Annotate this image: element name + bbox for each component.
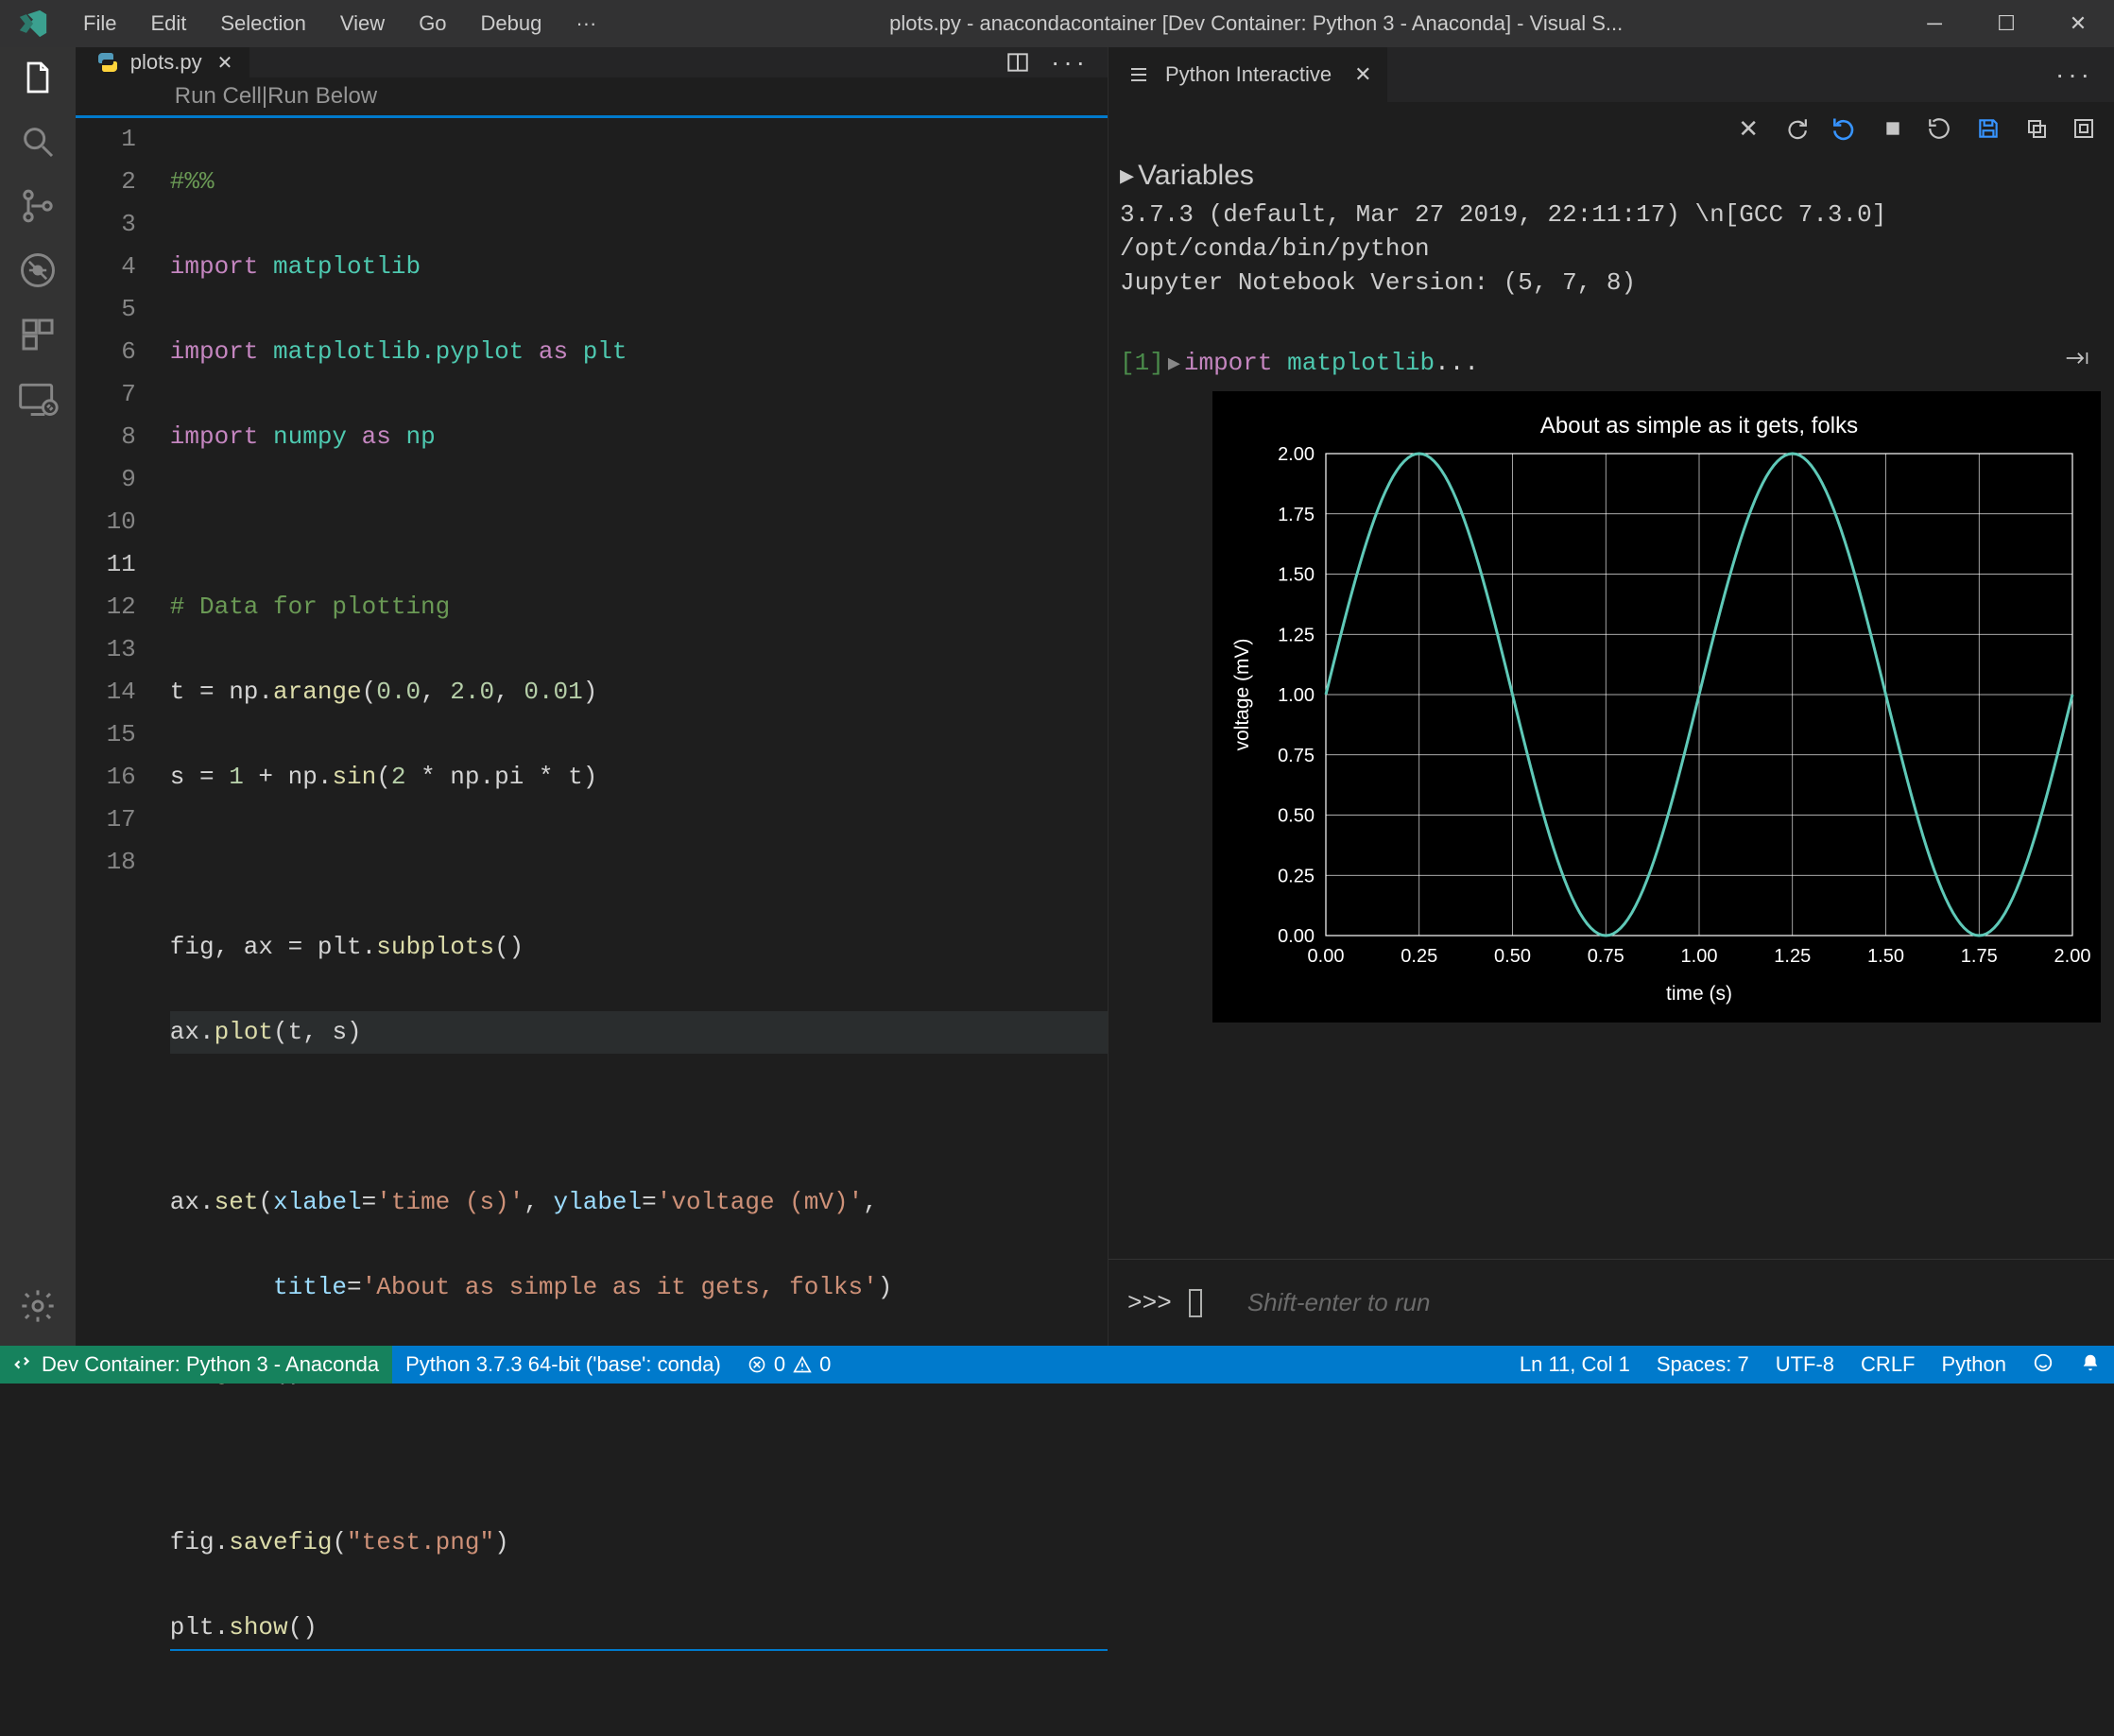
remote-explorer-icon[interactable] xyxy=(17,378,59,420)
svg-text:0.25: 0.25 xyxy=(1278,866,1315,886)
code-editor[interactable]: 123456789101112131415161718 #%% import m… xyxy=(76,118,1108,1736)
menu-selection[interactable]: Selection xyxy=(203,11,323,36)
menu-go[interactable]: Go xyxy=(402,11,463,36)
search-icon[interactable] xyxy=(17,121,59,163)
status-encoding[interactable]: UTF-8 xyxy=(1762,1352,1848,1377)
chevron-right-icon: ▸ xyxy=(1120,159,1134,192)
python-interactive-panel: Python Interactive ✕ ··· ✕ ▸ Variables 3… xyxy=(1108,47,2114,1346)
vscode-logo-icon xyxy=(0,8,66,40)
svg-text:1.75: 1.75 xyxy=(1961,946,1998,967)
svg-text:1.25: 1.25 xyxy=(1278,625,1315,645)
editor-more-icon[interactable]: ··· xyxy=(1051,47,1089,77)
maximize-button[interactable]: ☐ xyxy=(1970,11,2042,36)
svg-text:2.00: 2.00 xyxy=(2054,946,2091,967)
svg-text:0.25: 0.25 xyxy=(1401,946,1437,967)
menu-view[interactable]: View xyxy=(323,11,402,36)
close-window-button[interactable]: ✕ xyxy=(2042,11,2114,36)
variables-label: Variables xyxy=(1138,160,1254,192)
settings-gear-icon[interactable] xyxy=(17,1285,59,1327)
goto-cell-icon[interactable] xyxy=(2065,349,2103,368)
source-control-icon[interactable] xyxy=(17,185,59,227)
svg-text:1.50: 1.50 xyxy=(1278,565,1315,586)
cell-toggle-icon[interactable]: ▸ xyxy=(1168,349,1180,378)
split-editor-icon[interactable] xyxy=(1005,50,1030,75)
window-title: plots.py - anacondacontainer [Dev Contai… xyxy=(613,11,1899,36)
status-problems[interactable]: 0 0 xyxy=(734,1346,845,1384)
text-cursor xyxy=(1189,1289,1202,1317)
title-bar: File Edit Selection View Go Debug ··· pl… xyxy=(0,0,2114,47)
svg-text:0.50: 0.50 xyxy=(1278,806,1315,827)
svg-text:1.00: 1.00 xyxy=(1681,946,1718,967)
save-icon[interactable] xyxy=(1976,116,2001,141)
extensions-icon[interactable] xyxy=(17,314,59,355)
stop-icon[interactable] xyxy=(1883,119,1902,138)
status-language[interactable]: Python xyxy=(1929,1352,2020,1377)
svg-text:voltage (mV): voltage (mV) xyxy=(1231,638,1253,750)
run-below-link[interactable]: Run Below xyxy=(267,83,377,110)
editor-group: plots.py ✕ ··· Run Cell | Run Below 1234… xyxy=(76,47,1108,1346)
status-cursor-position[interactable]: Ln 11, Col 1 xyxy=(1506,1352,1643,1377)
restart-icon[interactable] xyxy=(1927,116,1951,141)
clear-icon[interactable]: ✕ xyxy=(1738,114,1759,144)
export-icon[interactable] xyxy=(2025,117,2048,140)
status-remote[interactable]: Dev Container: Python 3 - Anaconda xyxy=(0,1346,392,1384)
svg-text:1.25: 1.25 xyxy=(1774,946,1811,967)
editor-tabs: plots.py ✕ ··· xyxy=(76,47,1108,77)
svg-text:0.50: 0.50 xyxy=(1494,946,1531,967)
svg-text:0.00: 0.00 xyxy=(1308,946,1345,967)
svg-text:About as simple as it gets, fo: About as simple as it gets, folks xyxy=(1540,413,1858,438)
run-cell-link[interactable]: Run Cell xyxy=(175,83,262,110)
tab-filename: plots.py xyxy=(130,50,202,75)
svg-text:1.50: 1.50 xyxy=(1867,946,1904,967)
python-file-icon xyxy=(96,51,119,74)
interactive-tab-close-icon[interactable]: ✕ xyxy=(1347,62,1371,87)
undo-icon[interactable] xyxy=(1832,115,1859,142)
tab-close-icon[interactable]: ✕ xyxy=(214,51,237,75)
svg-text:0.75: 0.75 xyxy=(1588,946,1624,967)
svg-text:2.00: 2.00 xyxy=(1278,444,1315,465)
code-lens: Run Cell | Run Below xyxy=(76,77,1108,118)
cell-execution-count: [1] xyxy=(1120,349,1164,377)
redo-icon[interactable] xyxy=(1783,116,1808,141)
status-eol[interactable]: CRLF xyxy=(1848,1352,1928,1377)
svg-text:1.75: 1.75 xyxy=(1278,505,1315,525)
svg-text:1.00: 1.00 xyxy=(1278,685,1315,706)
variables-section[interactable]: ▸ Variables xyxy=(1109,155,2114,196)
activity-bar xyxy=(0,47,76,1346)
interactive-tab-title: Python Interactive xyxy=(1165,62,1332,87)
minimize-button[interactable]: ─ xyxy=(1899,11,1970,36)
line-number-gutter: 123456789101112131415161718 xyxy=(76,118,170,1736)
interactive-more-icon[interactable]: ··· xyxy=(2055,60,2114,90)
menu-edit[interactable]: Edit xyxy=(133,11,203,36)
kernel-info: 3.7.3 (default, Mar 27 2019, 22:11:17) \… xyxy=(1109,196,2114,301)
interactive-tab[interactable]: Python Interactive ✕ xyxy=(1109,47,1387,102)
svg-text:0.00: 0.00 xyxy=(1278,926,1315,947)
menu-more[interactable]: ··· xyxy=(559,11,613,36)
status-indentation[interactable]: Spaces: 7 xyxy=(1643,1352,1762,1377)
tab-plots-py[interactable]: plots.py ✕ xyxy=(76,47,251,77)
menu-debug[interactable]: Debug xyxy=(464,11,559,36)
code-content[interactable]: #%% import matplotlib import matplotlib.… xyxy=(170,118,1108,1736)
status-notifications-icon[interactable] xyxy=(2067,1352,2114,1373)
cell-code-preview: import matplotlib... xyxy=(1184,349,1479,377)
status-interpreter[interactable]: Python 3.7.3 64-bit ('base': conda) xyxy=(392,1346,734,1384)
plot-output: About as simple as it gets, folks 0.00 0.2… xyxy=(1212,391,2101,1023)
expand-icon[interactable] xyxy=(2072,117,2095,140)
menu-bar: File Edit Selection View Go Debug ··· xyxy=(66,11,613,36)
svg-text:0.75: 0.75 xyxy=(1278,746,1315,766)
input-hint: Shift-enter to run xyxy=(1247,1288,1431,1317)
interactive-toolbar: ✕ xyxy=(1109,102,2114,155)
cell-output-header: [1] ▸ import matplotlib... xyxy=(1109,301,2114,387)
menu-file[interactable]: File xyxy=(66,11,133,36)
interactive-input[interactable]: >>> Shift-enter to run xyxy=(1109,1259,2114,1346)
status-feedback-icon[interactable] xyxy=(2019,1352,2067,1373)
list-icon xyxy=(1127,63,1150,86)
debug-icon[interactable] xyxy=(17,249,59,291)
explorer-icon[interactable] xyxy=(17,57,59,98)
svg-text:time (s): time (s) xyxy=(1666,983,1732,1005)
prompt-marker: >>> xyxy=(1127,1289,1172,1317)
